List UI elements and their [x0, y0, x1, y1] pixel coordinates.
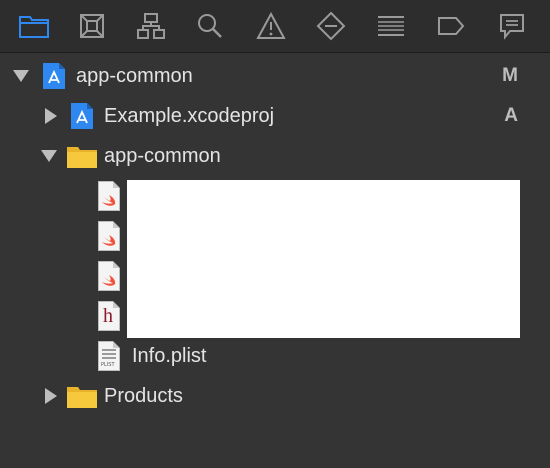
plist-glyph: PLIST [101, 362, 115, 368]
test-navigator-tab[interactable] [313, 9, 349, 43]
issue-navigator-tab[interactable] [253, 9, 289, 43]
redacted-region [127, 180, 520, 338]
plist-label: Info.plist [132, 345, 207, 367]
warning-icon [256, 12, 286, 39]
tree-row-root[interactable]: app-common M [0, 56, 550, 96]
swift-file-icon [98, 181, 120, 211]
products-label: Products [104, 385, 183, 407]
status-badge: M [502, 65, 518, 86]
tree-row-products[interactable]: Products [0, 376, 550, 416]
disclosure-expanded-icon[interactable] [12, 68, 30, 84]
debug-navigator-tab[interactable] [373, 9, 409, 43]
breakpoint-icon [438, 17, 465, 35]
list-icon [378, 16, 404, 36]
project-navigator-tab[interactable] [16, 9, 52, 43]
swift-file-icon [98, 221, 120, 251]
swift-file-icon [98, 261, 120, 291]
disclosure-collapsed-icon[interactable] [42, 108, 60, 124]
breakpoint-navigator-tab[interactable] [433, 9, 469, 43]
group-label: app-common [104, 145, 221, 167]
symbol-navigator-tab[interactable] [133, 9, 169, 43]
message-icon [500, 14, 524, 40]
xcode-project-icon [71, 103, 93, 129]
hierarchy-icon [137, 13, 165, 39]
source-control-icon [80, 14, 104, 38]
source-control-navigator-tab[interactable] [74, 9, 110, 43]
xcodeproj-label: Example.xcodeproj [104, 105, 275, 127]
disclosure-expanded-icon[interactable] [40, 148, 58, 164]
find-navigator-tab[interactable] [192, 9, 228, 43]
header-glyph: h [103, 305, 113, 327]
header-file-icon: h [98, 301, 120, 331]
disclosure-collapsed-icon[interactable] [42, 388, 60, 404]
test-diamond-icon [316, 11, 346, 41]
folder-icon [67, 387, 97, 408]
search-icon [198, 14, 222, 38]
root-project-label: app-common [76, 65, 193, 87]
xcode-project-icon [43, 63, 65, 89]
tree-row-group[interactable]: app-common [0, 136, 550, 176]
folder-icon [19, 16, 49, 38]
plist-file-icon: PLIST [98, 341, 120, 371]
folder-icon [67, 147, 97, 168]
tree-row-xcodeproj[interactable]: Example.xcodeproj A [0, 96, 550, 136]
report-navigator-tab[interactable] [494, 9, 530, 43]
status-badge: A [504, 105, 518, 126]
navigator-toolbar [0, 0, 550, 53]
tree-row-plist[interactable]: PLIST Info.plist [0, 336, 550, 376]
